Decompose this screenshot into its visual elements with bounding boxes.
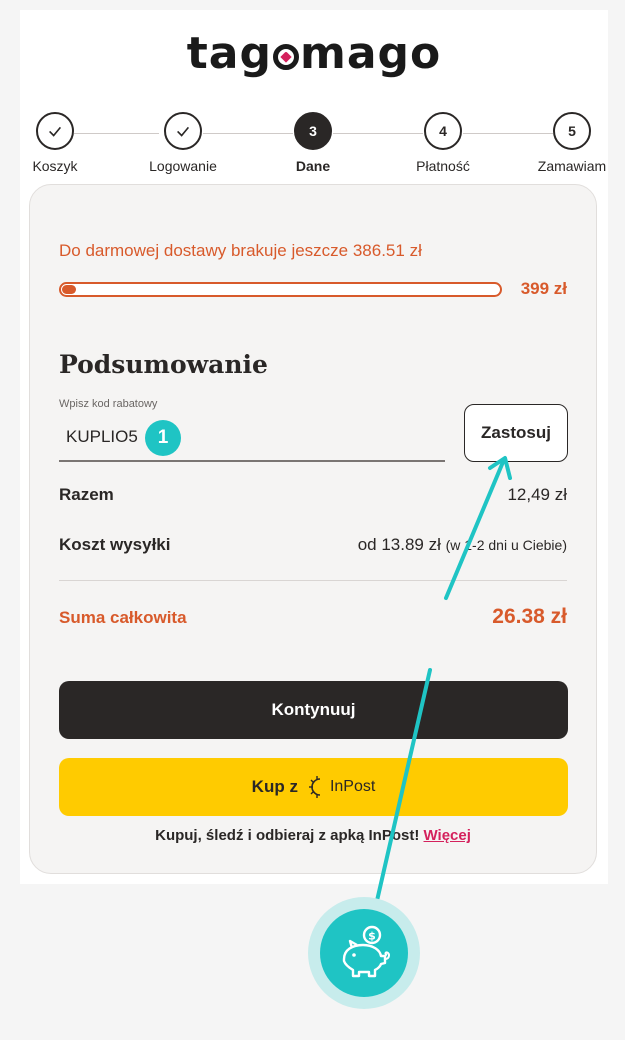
free-shipping-message: Do darmowej dostawy brakuje jeszcze 386.… — [59, 241, 422, 260]
check-icon — [164, 112, 202, 150]
step-logowanie[interactable]: Logowanie — [143, 112, 223, 174]
summary-card: Do darmowej dostawy brakuje jeszcze 386.… — [29, 184, 597, 874]
step-badge: 1 — [145, 420, 181, 456]
shipping-time-note: (w 1-2 dni u Ciebie) — [445, 537, 567, 553]
step-platnosc: 4 Płatność — [403, 112, 483, 174]
inpost-logo: InPost — [308, 776, 375, 798]
free-shipping-threshold: 399 zł — [520, 279, 567, 298]
divider — [59, 580, 567, 581]
step-label: Koszyk — [32, 158, 78, 174]
step-label: Zamawiam — [537, 158, 607, 174]
apply-coupon-button[interactable]: Zastosuj — [464, 404, 568, 462]
shipping-cost-amount: od 13.89 zł — [357, 535, 441, 554]
inpost-more-link[interactable]: Więcej — [424, 827, 471, 844]
step-number: 3 — [294, 112, 332, 150]
inpost-note: Kupuj, śledź i odbieraj z apką InPost! W… — [30, 827, 596, 844]
step-number: 5 — [553, 112, 591, 150]
total-value: 26.38 zł — [492, 605, 567, 628]
subtotal-label: Razem — [59, 485, 114, 504]
checkout-page: tag mago Koszyk Logowanie 3 Dane 4 Płatno… — [20, 10, 608, 884]
continue-button[interactable]: Kontynuuj — [59, 681, 568, 739]
inpost-sun-icon — [308, 776, 321, 798]
total-label: Suma całkowita — [59, 608, 187, 627]
inpost-prefix: Kup z — [251, 777, 298, 796]
check-icon — [36, 112, 74, 150]
inpost-note-text: Kupuj, śledź i odbieraj z apką InPost! — [155, 827, 420, 844]
shipping-cost-value: od 13.89 zł (w 1-2 dni u Ciebie) — [358, 535, 567, 555]
subtotal-row: Razem 12,49 zł — [59, 485, 567, 505]
heart-icon — [272, 44, 299, 70]
step-label: Płatność — [416, 158, 470, 174]
coupon-label: Wpisz kod rabatowy — [59, 398, 158, 410]
step-label: Logowanie — [149, 158, 217, 174]
logo[interactable]: tag mago — [20, 32, 608, 76]
checkout-stepper: Koszyk Logowanie 3 Dane 4 Płatność 5 Zam… — [20, 112, 608, 174]
free-shipping-progress — [59, 282, 502, 297]
step-zamawiam: 5 Zamawiam — [532, 112, 612, 174]
progress-fill — [62, 285, 76, 294]
coupon-input[interactable] — [59, 414, 445, 462]
step-label: Dane — [295, 158, 331, 174]
step-number: 4 — [424, 112, 462, 150]
inpost-buy-button[interactable]: Kup z InPost — [59, 758, 568, 816]
piggy-bank-icon: $ — [320, 909, 408, 997]
summary-title: Podsumowanie — [59, 350, 268, 379]
piggy-bank-badge: $ — [308, 897, 420, 1009]
step-koszyk[interactable]: Koszyk — [15, 112, 95, 174]
shipping-cost-label: Koszt wysyłki — [59, 535, 171, 554]
step-dane: 3 Dane — [273, 112, 353, 174]
inpost-brand: InPost — [329, 778, 376, 795]
subtotal-value: 12,49 zł — [507, 485, 567, 504]
shipping-cost-row: Koszt wysyłki od 13.89 zł (w 1-2 dni u C… — [59, 535, 567, 555]
total-row: Suma całkowita 26.38 zł — [59, 605, 567, 629]
svg-text:$: $ — [368, 930, 376, 943]
